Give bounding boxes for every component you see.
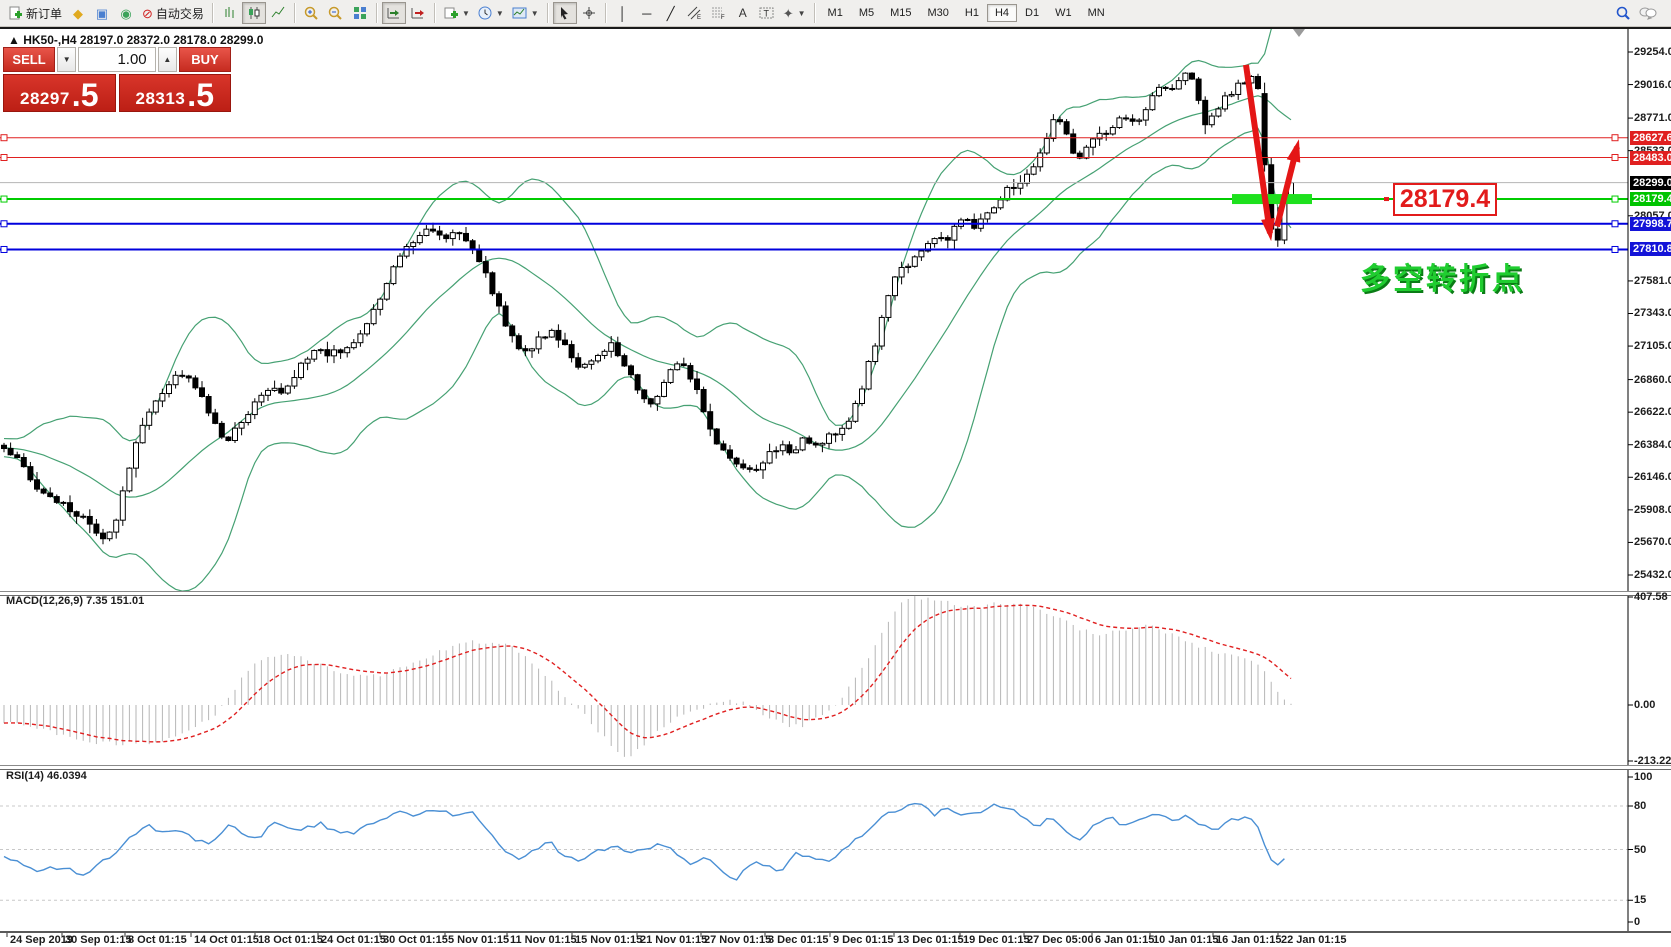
- trading-terminal: { "toolbar": { "new_order_label": "新订单",…: [0, 0, 1671, 947]
- time-axis-label: 27 Dec 05:00: [1027, 934, 1094, 946]
- time-axis-label: 3 Dec 01:15: [768, 934, 829, 946]
- time-axis-label: 8 Oct 01:15: [128, 934, 187, 946]
- volume-increase-button[interactable]: ▲: [158, 47, 177, 72]
- chart-canvas[interactable]: [0, 0, 1671, 947]
- price-tick-label: 26384.0: [1634, 439, 1671, 451]
- rsi-axis-label: 0: [1634, 916, 1640, 928]
- time-axis-label: 5 Nov 01:15: [448, 934, 509, 946]
- time-axis-label: 21 Nov 01:15: [640, 934, 707, 946]
- price-tick-label: 29254.0: [1634, 46, 1671, 58]
- time-axis-label: 13 Dec 01:15: [897, 934, 964, 946]
- price-line-badge: 28179.4: [1630, 192, 1671, 206]
- sell-price-box[interactable]: 28297.5: [3, 74, 116, 112]
- time-axis-label: 24 Sep 2019: [10, 934, 73, 946]
- time-axis-label: 24 Oct 01:15: [321, 934, 386, 946]
- scroll-end-marker-icon[interactable]: [1293, 29, 1305, 37]
- time-axis-label: 10 Jan 01:15: [1153, 934, 1218, 946]
- buy-price-box[interactable]: 28313.5: [119, 74, 232, 112]
- price-tick-label: 26146.0: [1634, 471, 1671, 483]
- main-macd-separator[interactable]: [0, 591, 1671, 596]
- time-axis-label: 15 Nov 01:15: [575, 934, 642, 946]
- price-tick-label: 26622.0: [1634, 406, 1671, 418]
- chart-ohlc-title: ▲ HK50-,H4 28197.0 28372.0 28178.0 28299…: [8, 33, 263, 47]
- time-axis-label: 30 Sep 01:15: [65, 934, 132, 946]
- buy-price: 28313: [136, 89, 186, 109]
- rsi-axis-label: 15: [1634, 894, 1646, 906]
- volume-decrease-button[interactable]: ▼: [57, 47, 76, 72]
- buy-button[interactable]: BUY: [179, 47, 231, 72]
- time-axis-label: 27 Nov 01:15: [704, 934, 771, 946]
- time-axis-label: 9 Dec 01:15: [833, 934, 894, 946]
- time-axis-label: 19 Dec 01:15: [963, 934, 1030, 946]
- sell-button[interactable]: SELL: [3, 47, 55, 72]
- time-axis-label: 11 Nov 01:15: [510, 934, 577, 946]
- price-line-badge: 28627.6: [1630, 131, 1671, 145]
- price-tick-label: 29016.0: [1634, 79, 1671, 91]
- time-axis-label: 16 Jan 01:15: [1216, 934, 1281, 946]
- time-axis-label: 14 Oct 01:15: [194, 934, 259, 946]
- price-tick-label: 27343.0: [1634, 307, 1671, 319]
- price-tick-label: 26860.0: [1634, 374, 1671, 386]
- rsi-timeaxis-separator: [0, 931, 1671, 933]
- rsi-axis-label: 80: [1634, 800, 1646, 812]
- price-tick-label: 25670.0: [1634, 536, 1671, 548]
- macd-axis-label: 407.58: [1634, 591, 1668, 603]
- price-tick-label: 28771.0: [1634, 112, 1671, 124]
- rsi-axis-label: 100: [1634, 771, 1652, 783]
- rsi-label: RSI(14) 46.0394: [6, 770, 87, 782]
- price-line-badge: 27810.8: [1630, 242, 1671, 256]
- price-line-badge: 28299.0: [1630, 176, 1671, 190]
- macd-axis-label: 0.00: [1634, 699, 1655, 711]
- price-tick-label: 25908.0: [1634, 504, 1671, 516]
- one-click-trading-panel: SELL ▼ 1.00 ▲ BUY 28297.5 28313.5: [3, 47, 231, 112]
- price-tick-label: 27105.0: [1634, 340, 1671, 352]
- price-line-badge: 28483.0: [1630, 151, 1671, 165]
- price-tick-label: 25432.0: [1634, 569, 1671, 581]
- volume-input[interactable]: 1.00: [78, 47, 155, 72]
- macd-axis-label: -213.22: [1634, 755, 1671, 767]
- rsi-axis-label: 50: [1634, 844, 1646, 856]
- time-axis-label: 30 Oct 01:15: [383, 934, 448, 946]
- support-zone-bar[interactable]: [1232, 194, 1312, 204]
- price-tick-label: 27581.0: [1634, 275, 1671, 287]
- cn-annotation-text[interactable]: 多空转折点: [1360, 254, 1525, 298]
- macd-rsi-separator[interactable]: [0, 765, 1671, 770]
- macd-label: MACD(12,26,9) 7.35 151.01: [6, 595, 144, 607]
- price-line-badge: 27998.7: [1630, 217, 1671, 231]
- sell-price: 28297: [20, 89, 70, 109]
- time-axis-label: 6 Jan 01:15: [1095, 934, 1154, 946]
- time-axis-label: 18 Oct 01:15: [258, 934, 323, 946]
- time-axis-label: 22 Jan 01:15: [1281, 934, 1346, 946]
- price-callout-label[interactable]: 28179.4: [1393, 183, 1497, 216]
